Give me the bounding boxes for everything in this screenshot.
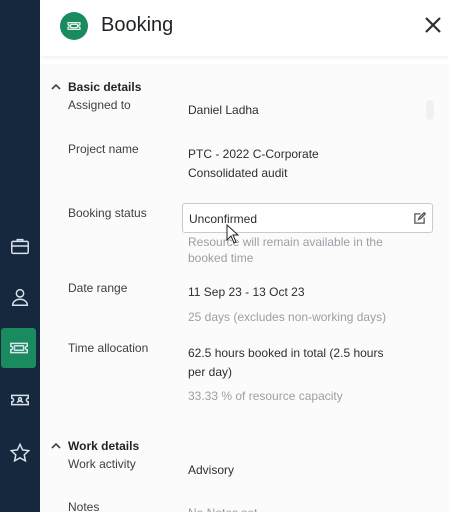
header-booking-badge bbox=[60, 12, 88, 40]
basic-details-heading: Basic details bbox=[68, 80, 142, 94]
star-icon bbox=[9, 442, 31, 463]
mouse-cursor bbox=[226, 223, 240, 244]
project-name-line-1: PTC - 2022 C-Corporate bbox=[188, 147, 319, 161]
briefcase-nav-button[interactable] bbox=[0, 226, 40, 266]
work-activity-label: Work activity bbox=[68, 457, 136, 471]
details-content[interactable]: Basic details Assigned to Daniel Ladha P… bbox=[40, 64, 449, 512]
booking-panel: Booking Basic details Assigned to Daniel… bbox=[40, 0, 449, 512]
booking-ticket-icon bbox=[67, 22, 81, 30]
booking-status-hint: Resource will remain available in the bo… bbox=[188, 234, 383, 266]
project-name-line-2: Consolidated audit bbox=[188, 166, 288, 180]
basic-details-toggle[interactable]: Basic details bbox=[50, 80, 141, 94]
booking-status-value: Unconfirmed bbox=[189, 212, 258, 226]
booking-ticket-icon bbox=[9, 342, 28, 354]
work-details-toggle[interactable]: Work details bbox=[50, 439, 139, 453]
time-allocation-line-1: 62.5 hours booked in total (2.5 hours bbox=[188, 346, 384, 360]
briefcase-icon bbox=[11, 238, 29, 255]
edit-icon[interactable] bbox=[413, 211, 427, 225]
page-title: Booking bbox=[101, 14, 174, 36]
notes-value: No Notes set bbox=[188, 504, 257, 512]
booking-status-hint-line-1: Resource will remain available in the bbox=[188, 235, 383, 249]
project-name-label: Project name bbox=[68, 142, 139, 156]
booking-status-label: Booking status bbox=[68, 206, 147, 220]
assigned-to-value: Daniel Ladha bbox=[188, 103, 259, 117]
star-nav-button[interactable] bbox=[0, 433, 40, 473]
date-range-value: 11 Sep 23 - 13 Oct 23 bbox=[188, 285, 305, 299]
panel-header: Booking bbox=[40, 0, 449, 56]
time-allocation-value: 62.5 hours booked in total (2.5 hours pe… bbox=[188, 344, 383, 382]
work-details-heading: Work details bbox=[68, 439, 140, 453]
booking-nav-button[interactable] bbox=[1, 328, 36, 368]
time-allocation-line-2: per day) bbox=[188, 365, 233, 379]
notes-label: Notes bbox=[68, 500, 100, 512]
time-allocation-label: Time allocation bbox=[68, 341, 149, 355]
project-name-value: PTC - 2022 C-Corporate Consolidated audi… bbox=[188, 145, 319, 183]
booking-status-hint-line-2: booked time bbox=[188, 251, 254, 265]
user-icon bbox=[11, 288, 29, 306]
id-card-icon bbox=[11, 394, 29, 406]
booking-status-field[interactable]: Unconfirmed bbox=[182, 203, 433, 233]
assigned-to-label: Assigned to bbox=[68, 98, 131, 112]
scrollbar-thumb[interactable] bbox=[426, 100, 434, 120]
date-range-label: Date range bbox=[68, 281, 128, 295]
close-icon bbox=[425, 17, 441, 33]
time-allocation-hint: 33.33 % of resource capacity bbox=[188, 389, 343, 403]
close-button[interactable] bbox=[423, 15, 443, 37]
chevron-up-icon bbox=[50, 440, 62, 452]
nav-rail bbox=[0, 0, 40, 512]
date-range-hint: 25 days (excludes non-working days) bbox=[188, 310, 387, 324]
id-card-nav-button[interactable] bbox=[0, 380, 40, 420]
work-activity-value: Advisory bbox=[188, 463, 235, 477]
chevron-up-icon bbox=[50, 81, 62, 93]
user-nav-button[interactable] bbox=[0, 277, 40, 317]
